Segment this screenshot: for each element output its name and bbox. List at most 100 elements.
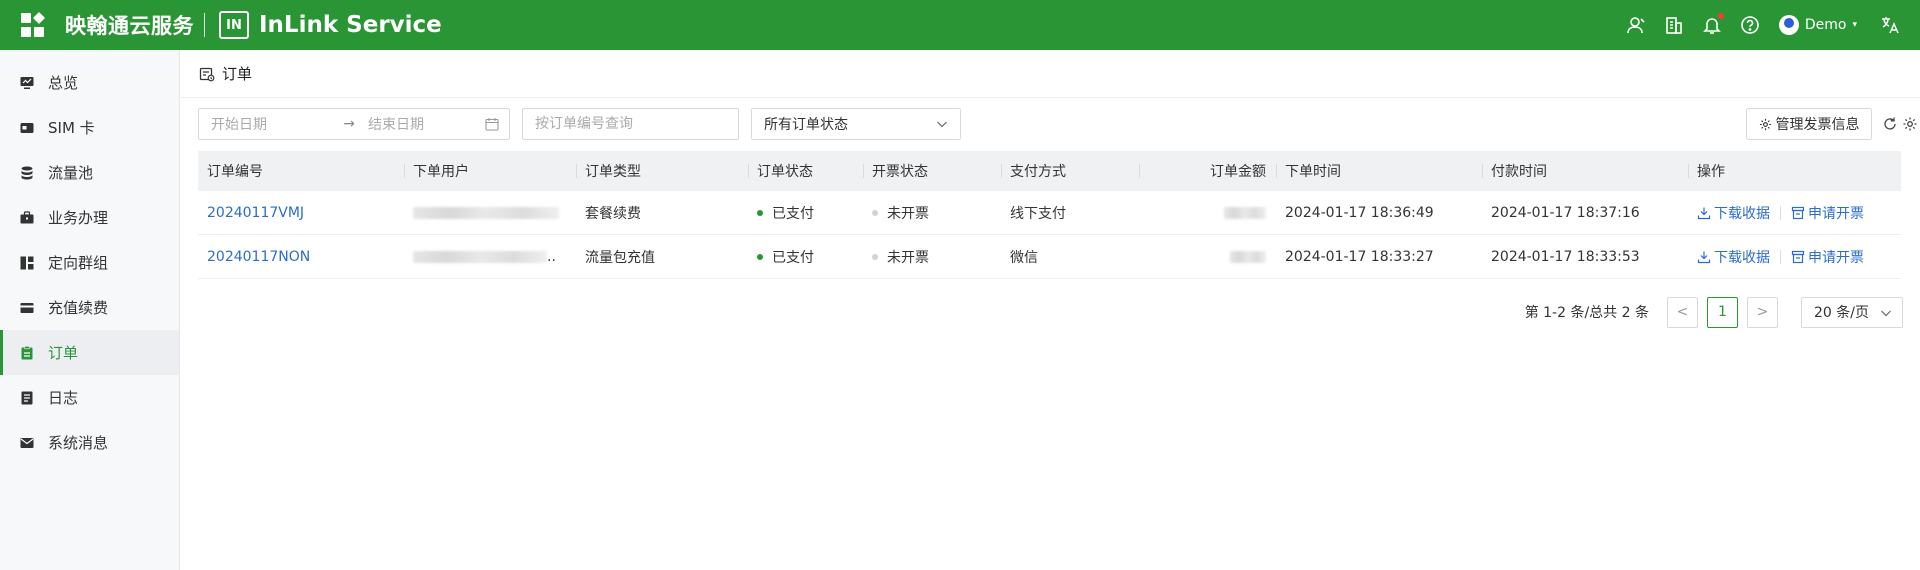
order-type: 流量包充值 [585, 249, 655, 266]
status-dot [872, 253, 878, 260]
building-icon[interactable] [1664, 15, 1684, 35]
inlink-logo: IN [219, 11, 249, 39]
prev-page-button[interactable]: < [1667, 296, 1698, 328]
sidebar-item-orders[interactable]: 订单 [0, 330, 179, 375]
order-status: 已支付 [772, 205, 814, 222]
monitor-icon [20, 76, 34, 90]
download-receipt-label: 下载收据 [1714, 205, 1770, 222]
action-divider [1780, 249, 1781, 264]
refresh-icon[interactable] [1882, 116, 1898, 132]
order-type: 套餐续费 [585, 205, 641, 222]
pay-time: 2024-01-17 18:37:16 [1491, 204, 1640, 221]
help-icon[interactable] [1740, 15, 1760, 35]
download-receipt-link[interactable]: 下载收据 [1697, 203, 1770, 223]
sidebar-item-label: 业务办理 [48, 209, 109, 227]
table-header: 订单编号 下单用户 订单类型 订单状态 开票状态 支付方式 订单金额 下单时间 … [198, 151, 1901, 191]
redacted-user [413, 250, 547, 263]
sidebar-item-groups[interactable]: 定向群组 [0, 240, 179, 285]
pagination: 第 1-2 条/总共 2 条 < 1 > 20 条/页 [1525, 296, 1903, 328]
manage-invoice-label: 管理发票信息 [1775, 117, 1860, 133]
column-header: 订单金额 [1139, 151, 1276, 191]
next-page-button[interactable]: > [1747, 296, 1778, 328]
order-number-search-input[interactable] [522, 108, 739, 140]
gear-icon [1759, 118, 1771, 130]
sidebar-item-business[interactable]: 业务办理 [0, 195, 179, 240]
group-icon [20, 256, 34, 270]
order-status-value: 所有订单状态 [764, 117, 848, 133]
order-number-link[interactable]: 20240117VMJ [207, 205, 304, 221]
page-size-select[interactable]: 20 条/页 [1801, 296, 1903, 328]
sidebar-item-logs[interactable]: 日志 [0, 375, 179, 420]
sidebar-item-label: SIM 卡 [48, 119, 95, 137]
page-size-value: 20 条/页 [1814, 305, 1869, 321]
sidebar-item-recharge[interactable]: 充值续费 [0, 285, 179, 330]
column-header: 订单编号 [207, 164, 263, 180]
order-icon [20, 345, 34, 360]
log-icon [20, 391, 34, 405]
download-receipt-link[interactable]: 下载收据 [1697, 247, 1770, 267]
calendar-icon [485, 118, 499, 131]
payment-method: 微信 [1010, 249, 1038, 266]
avatar [1778, 15, 1799, 35]
column-header: 下单用户 [404, 151, 576, 191]
column-header: 支付方式 [1001, 151, 1139, 191]
notification-bell-icon[interactable] [1702, 13, 1724, 35]
order-status-select[interactable]: 所有订单状态 [751, 108, 961, 140]
sidebar-item-label: 充值续费 [48, 299, 109, 317]
apps-grid-icon[interactable] [21, 11, 46, 37]
sidebar-item-sim-card[interactable]: SIM 卡 [0, 105, 179, 150]
caret-down-icon: ▾ [1852, 20, 1857, 30]
column-settings-gear-icon[interactable] [1902, 116, 1918, 132]
page-title: 订单 [222, 65, 253, 83]
status-dot [757, 209, 763, 216]
sim-card-icon [20, 121, 34, 135]
sidebar-item-label: 定向群组 [48, 254, 109, 272]
download-receipt-label: 下载收据 [1714, 249, 1770, 266]
date-range-picker[interactable]: 开始日期 → 结束日期 [198, 108, 510, 140]
end-date-field[interactable]: 结束日期 [368, 114, 478, 134]
page-header: 订单 [181, 50, 1920, 98]
database-icon [20, 166, 34, 180]
order-time: 2024-01-17 18:33:27 [1285, 248, 1434, 265]
invoice-icon [1791, 206, 1805, 219]
column-header: 订单类型 [576, 151, 748, 191]
sidebar-item-overview[interactable]: 总览 [0, 60, 179, 105]
column-header: 操作 [1688, 151, 1901, 191]
apply-invoice-link[interactable]: 申请开票 [1791, 247, 1864, 267]
page-number-button[interactable]: 1 [1707, 296, 1738, 328]
user-menu[interactable]: Demo ▾ [1778, 15, 1857, 35]
apply-invoice-link[interactable]: 申请开票 [1791, 203, 1864, 223]
column-header: 付款时间 [1482, 151, 1688, 191]
account-icon[interactable] [1626, 15, 1646, 35]
order-user [404, 191, 576, 234]
invoice-status: 未开票 [887, 249, 929, 266]
column-header: 订单状态 [748, 151, 863, 191]
apply-invoice-label: 申请开票 [1808, 205, 1864, 222]
translate-icon[interactable] [1880, 15, 1900, 35]
action-divider [1780, 205, 1781, 220]
sidebar-item-label: 订单 [48, 344, 79, 362]
order-number-link[interactable]: 20240117NON [207, 249, 310, 265]
apply-invoice-label: 申请开票 [1808, 249, 1864, 266]
brand-name-cn: 映翰通云服务 [65, 14, 194, 38]
download-icon [1697, 207, 1711, 219]
status-dot [757, 253, 763, 260]
redacted-amount [1230, 250, 1266, 263]
notification-dot [1717, 13, 1724, 19]
sidebar-item-data-pool[interactable]: 流量池 [0, 150, 179, 195]
order-list-icon [199, 67, 215, 81]
pagination-total: 第 1-2 条/总共 2 条 [1524, 305, 1649, 321]
filter-bar: 开始日期 → 结束日期 所有订单状态 管理发票信息 [198, 108, 1920, 140]
sidebar-item-messages[interactable]: 系统消息 [0, 420, 179, 465]
start-date-field[interactable]: 开始日期 [211, 114, 336, 134]
briefcase-icon [20, 210, 34, 225]
sidebar-item-label: 总览 [48, 74, 79, 92]
range-arrow-icon: → [343, 116, 355, 132]
top-bar: 映翰通云服务 IN InLink Service Demo ▾ [0, 0, 1920, 50]
main-content: 订单 开始日期 → 结束日期 所有订单状态 管理发票信息 订单编号 下单用户 订… [181, 50, 1920, 570]
order-time: 2024-01-17 18:36:49 [1285, 204, 1434, 221]
order-status: 已支付 [772, 249, 814, 266]
user-name: Demo [1804, 17, 1847, 33]
top-bar-actions: Demo ▾ [1617, 0, 1920, 50]
manage-invoice-button[interactable]: 管理发票信息 [1746, 108, 1872, 140]
